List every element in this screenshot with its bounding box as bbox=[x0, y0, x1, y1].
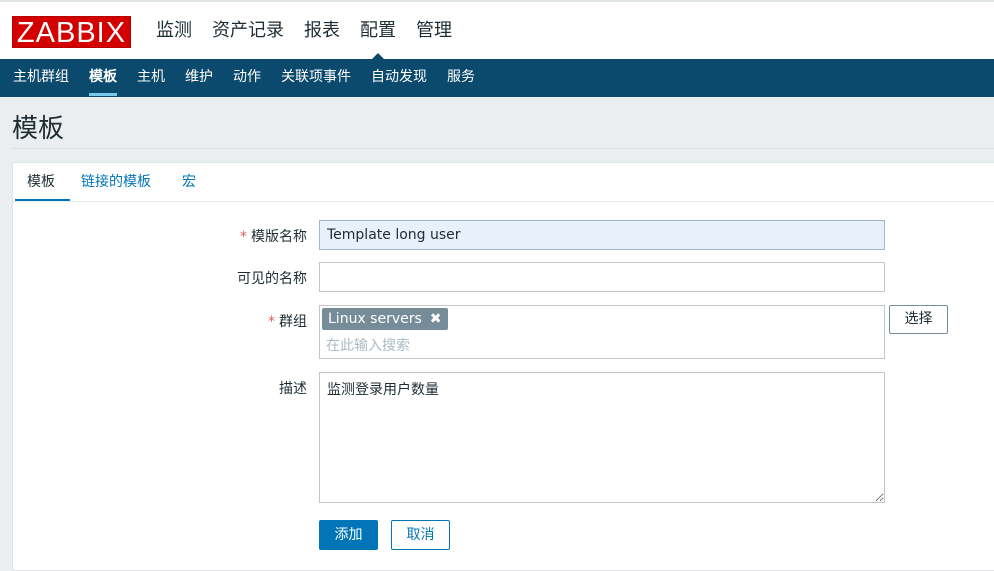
visible-name-input[interactable] bbox=[319, 262, 885, 292]
page-title: 模板 bbox=[12, 114, 65, 144]
required-marker: * bbox=[240, 229, 247, 245]
description-label: 描述 bbox=[279, 381, 307, 397]
groups-multiselect[interactable]: Linux servers ✖ 在此输入搜索 bbox=[319, 305, 885, 359]
add-button[interactable]: 添加 bbox=[319, 520, 378, 550]
sub-nav-hosts[interactable]: 主机 bbox=[127, 59, 175, 97]
select-groups-button[interactable]: 选择 bbox=[889, 305, 948, 334]
sub-nav-host-groups[interactable]: 主机群组 bbox=[3, 59, 79, 97]
main-menu-monitoring[interactable]: 监测 bbox=[146, 2, 202, 59]
remove-tag-icon[interactable]: ✖ bbox=[430, 311, 442, 327]
main-menu-configuration[interactable]: 配置 bbox=[350, 2, 406, 60]
sub-nav-services[interactable]: 服务 bbox=[437, 59, 485, 97]
main-menu-inventory[interactable]: 资产记录 bbox=[202, 2, 294, 59]
tab-macros[interactable]: 宏 bbox=[182, 163, 196, 201]
groups-label: * 群组 bbox=[107, 311, 307, 331]
form-tabs: 模板 链接的模板 宏 bbox=[13, 163, 994, 202]
template-name-label: * 模版名称 bbox=[107, 226, 307, 246]
tab-template[interactable]: 模板 bbox=[15, 163, 70, 201]
groups-label-text: 群组 bbox=[279, 314, 307, 330]
cancel-button[interactable]: 取消 bbox=[391, 520, 450, 550]
sub-nav-actions[interactable]: 动作 bbox=[223, 59, 271, 97]
main-menu-administration[interactable]: 管理 bbox=[406, 2, 462, 59]
template-name-label-text: 模版名称 bbox=[251, 229, 307, 245]
sub-nav-maintenance[interactable]: 维护 bbox=[175, 59, 223, 97]
tab-linked-templates[interactable]: 链接的模板 bbox=[81, 163, 151, 201]
zabbix-logo[interactable]: ZABBIX bbox=[12, 16, 131, 49]
main-menu-reports[interactable]: 报表 bbox=[294, 2, 350, 59]
top-header: ZABBIX 监测 资产记录 报表 配置 管理 bbox=[0, 0, 994, 60]
groups-search-placeholder[interactable]: 在此输入搜索 bbox=[326, 335, 410, 355]
main-menu: 监测 资产记录 报表 配置 管理 bbox=[146, 2, 462, 60]
title-divider bbox=[12, 148, 994, 149]
sub-nav-templates[interactable]: 模板 bbox=[79, 59, 127, 97]
sub-nav-event-correlation[interactable]: 关联项事件 bbox=[271, 59, 361, 97]
description-textarea[interactable]: 监测登录用户数量 bbox=[319, 372, 885, 503]
sub-nav: 主机群组 模板 主机 维护 动作 关联项事件 自动发现 服务 bbox=[0, 59, 994, 97]
required-marker: * bbox=[268, 314, 275, 330]
sub-nav-discovery[interactable]: 自动发现 bbox=[361, 59, 437, 97]
template-form: 模板 链接的模板 宏 *模版名称 可见的名称 *群组 Linux servers… bbox=[12, 162, 994, 571]
group-tag-label: Linux servers bbox=[328, 311, 422, 327]
group-tag: Linux servers ✖ bbox=[322, 308, 448, 330]
template-name-input[interactable] bbox=[319, 220, 885, 250]
visible-name-label: 可见的名称 bbox=[237, 271, 307, 287]
